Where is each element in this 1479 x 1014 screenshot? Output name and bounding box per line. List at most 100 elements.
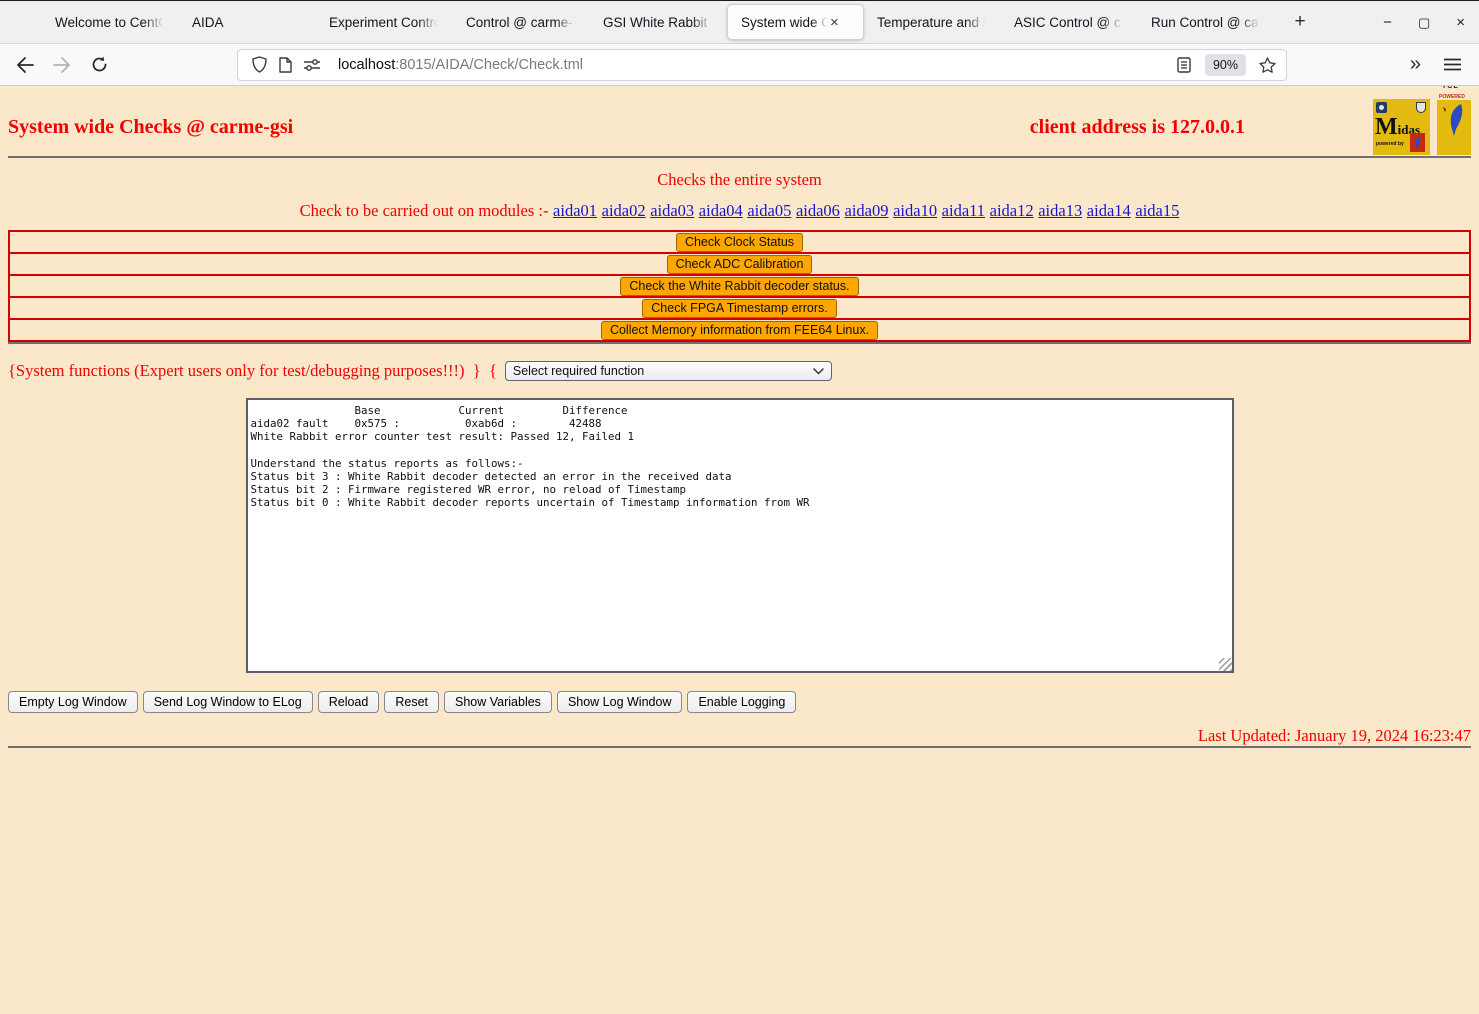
midas-logo: Midas powered by [1373, 99, 1430, 155]
reader-mode-icon[interactable] [1173, 54, 1195, 76]
shield-icon[interactable] [252, 56, 267, 73]
forward-icon[interactable] [51, 54, 73, 76]
midas-crest-icon [1376, 102, 1387, 113]
page-content: System wide Checks @ carme-gsi client ad… [0, 86, 1479, 1014]
tab-bar: Welcome to CentO AIDA Experiment Contro … [0, 0, 1479, 44]
tab-label: Welcome to CentO [55, 14, 166, 30]
table-row: Collect Memory information from FEE64 Li… [8, 318, 1471, 342]
enable-logging-button[interactable]: Enable Logging [687, 691, 797, 713]
zoom-level-badge[interactable]: 90% [1204, 53, 1246, 76]
module-link-aida10[interactable]: aida10 [893, 201, 937, 220]
table-row: Check FPGA Timestamp errors. [8, 296, 1471, 320]
site-permissions-icon[interactable] [304, 58, 320, 71]
divider [8, 342, 1471, 344]
check-clock-status-button[interactable]: Check Clock Status [675, 232, 804, 252]
table-row: Check Clock Status [8, 230, 1471, 254]
reset-button[interactable]: Reset [384, 691, 439, 713]
bookmark-star-icon[interactable] [1256, 54, 1278, 76]
reload-button[interactable]: Reload [317, 691, 380, 713]
modules-label: Check to be carried out on modules :- [299, 201, 549, 220]
module-link-aida11[interactable]: aida11 [942, 201, 985, 220]
overflow-menu-icon[interactable]: » [1410, 53, 1421, 76]
divider [8, 156, 1471, 158]
url-host: localhost [338, 56, 396, 73]
page-header: System wide Checks @ carme-gsi client ad… [8, 86, 1471, 156]
toolbar-overflow-area: » [1410, 53, 1463, 76]
module-link-aida12[interactable]: aida12 [990, 201, 1034, 220]
divider [8, 746, 1471, 748]
logo-group: Midas powered by TCL POWERED [1373, 86, 1471, 155]
tab-welcome-centos[interactable]: Welcome to CentO [42, 4, 179, 40]
module-link-aida03[interactable]: aida03 [650, 201, 694, 220]
check-adc-calibration-button[interactable]: Check ADC Calibration [666, 254, 813, 274]
check-fpga-timestamp-button[interactable]: Check FPGA Timestamp errors. [642, 298, 837, 318]
tab-label: Experiment Contro [329, 14, 440, 30]
tab-label: ASIC Control @ ca [1014, 14, 1125, 30]
back-icon[interactable] [14, 54, 36, 76]
tcl-powered-logo: TCL POWERED [1437, 86, 1471, 155]
tab-temperature[interactable]: Temperature and s [864, 4, 1001, 40]
module-link-aida02[interactable]: aida02 [602, 201, 646, 220]
modules-line: Check to be carried out on modules :- ai… [8, 201, 1471, 221]
action-buttons-row: Empty Log Window Send Log Window to ELog… [8, 691, 1471, 713]
hamburger-menu-icon[interactable] [1441, 54, 1463, 76]
module-link-aida09[interactable]: aida09 [845, 201, 889, 220]
module-link-aida01[interactable]: aida01 [553, 201, 597, 220]
midas-powered-by-text: powered by [1376, 141, 1404, 147]
tab-system-wide-checks[interactable]: System wide Ch × [727, 4, 864, 40]
maximize-icon[interactable]: ▢ [1418, 16, 1430, 29]
page-icon[interactable] [279, 56, 292, 73]
tab-label: System wide Ch [741, 14, 830, 30]
tab-gsi-white-rabbit[interactable]: GSI White Rabbit T [590, 4, 727, 40]
function-select[interactable]: Select required function [504, 361, 832, 381]
section-heading: Checks the entire system [657, 170, 822, 189]
show-log-window-button[interactable]: Show Log Window [556, 691, 683, 713]
navigation-toolbar: localhost:8015/AIDA/Check/Check.tml 90% … [0, 44, 1479, 86]
show-variables-button[interactable]: Show Variables [444, 691, 552, 713]
client-address-text: client address is 127.0.0.1 [1029, 115, 1245, 138]
check-white-rabbit-decoder-button[interactable]: Check the White Rabbit decoder status. [620, 276, 859, 296]
minimize-icon[interactable]: − [1383, 15, 1392, 30]
chevron-down-icon [813, 367, 824, 375]
tab-experiment-control[interactable]: Experiment Contro [316, 4, 453, 40]
resize-grip-icon[interactable] [1218, 658, 1232, 671]
midas-shield-icon [1416, 102, 1426, 113]
system-functions-label: {System functions (Expert users only for… [8, 361, 497, 380]
table-row: Check the White Rabbit decoder status. [8, 274, 1471, 298]
log-window[interactable]: Base Current Difference aida02 fault 0x5… [245, 398, 1234, 673]
log-window-wrapper: Base Current Difference aida02 fault 0x5… [245, 398, 1234, 673]
check-buttons-table: Check Clock Status Check ADC Calibration… [8, 230, 1471, 342]
module-link-aida13[interactable]: aida13 [1038, 201, 1082, 220]
tab-aida[interactable]: AIDA [179, 4, 316, 40]
url-bar-actions: 90% [1173, 53, 1278, 76]
module-link-aida14[interactable]: aida14 [1087, 201, 1131, 220]
module-link-aida05[interactable]: aida05 [747, 201, 791, 220]
tab-run-control[interactable]: Run Control @ car [1138, 4, 1275, 40]
send-log-to-elog-button[interactable]: Send Log Window to ELog [142, 691, 313, 713]
tab-asic-control[interactable]: ASIC Control @ ca [1001, 4, 1138, 40]
page-title: System wide Checks @ carme-gsi [8, 115, 294, 138]
browser-window: Welcome to CentO AIDA Experiment Contro … [0, 0, 1479, 1014]
module-link-aida15[interactable]: aida15 [1135, 201, 1179, 220]
tab-label: Temperature and s [877, 14, 988, 30]
tab-label: AIDA [192, 14, 224, 30]
tab-control-carme[interactable]: Control @ carme- [453, 4, 590, 40]
tab-label: Run Control @ car [1151, 14, 1262, 30]
url-path: :8015/AIDA/Check/Check.tml [395, 56, 584, 73]
midas-tcl-feather-icon [1410, 133, 1425, 152]
system-functions-row: {System functions (Expert users only for… [8, 361, 1471, 381]
tab-close-icon[interactable]: × [830, 15, 845, 30]
url-text[interactable]: localhost:8015/AIDA/Check/Check.tml [338, 57, 583, 73]
last-updated-text: Last Updated: January 19, 2024 16:23:47 [1197, 726, 1471, 745]
url-bar[interactable]: localhost:8015/AIDA/Check/Check.tml 90% [237, 48, 1287, 81]
table-row: Check ADC Calibration [8, 252, 1471, 276]
window-controls: − ▢ × [1383, 15, 1465, 30]
function-select-value: Select required function [512, 364, 645, 378]
close-window-icon[interactable]: × [1456, 15, 1465, 30]
collect-memory-info-button[interactable]: Collect Memory information from FEE64 Li… [600, 320, 879, 340]
reload-icon[interactable] [88, 54, 110, 76]
module-link-aida04[interactable]: aida04 [699, 201, 743, 220]
module-link-aida06[interactable]: aida06 [796, 201, 840, 220]
new-tab-icon[interactable]: + [1287, 9, 1313, 35]
empty-log-window-button[interactable]: Empty Log Window [8, 691, 138, 713]
